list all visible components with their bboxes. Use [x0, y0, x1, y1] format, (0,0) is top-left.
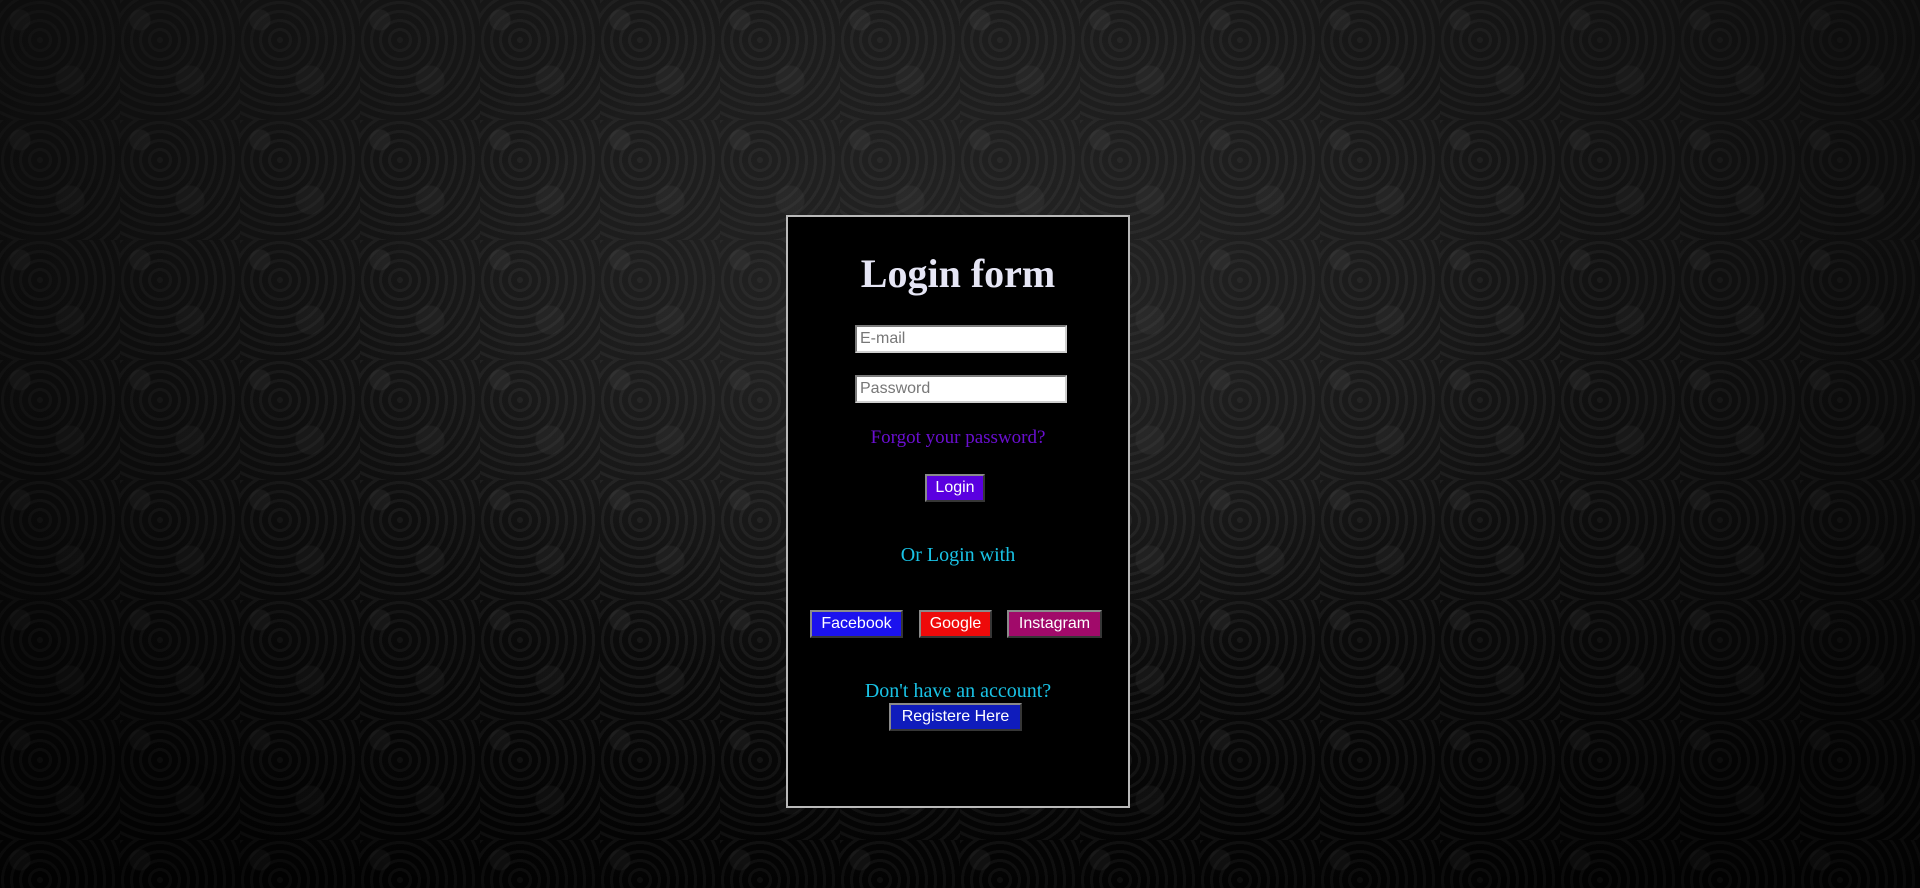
email-field[interactable]: [855, 325, 1067, 353]
instagram-login-button[interactable]: Instagram: [1007, 610, 1102, 638]
google-login-button[interactable]: Google: [919, 610, 992, 638]
forgot-password-link[interactable]: Forgot your password?: [788, 427, 1128, 449]
register-button[interactable]: Registere Here: [889, 703, 1022, 731]
form-title: Login form: [860, 251, 1056, 296]
facebook-login-button[interactable]: Facebook: [810, 610, 903, 638]
no-account-label: Don't have an account?: [864, 680, 1052, 702]
password-field[interactable]: [855, 375, 1067, 403]
login-button[interactable]: Login: [925, 474, 985, 502]
or-login-with-label: Or Login with: [900, 544, 1016, 566]
login-form-card: Login form Forgot your password? Login O…: [786, 215, 1130, 808]
